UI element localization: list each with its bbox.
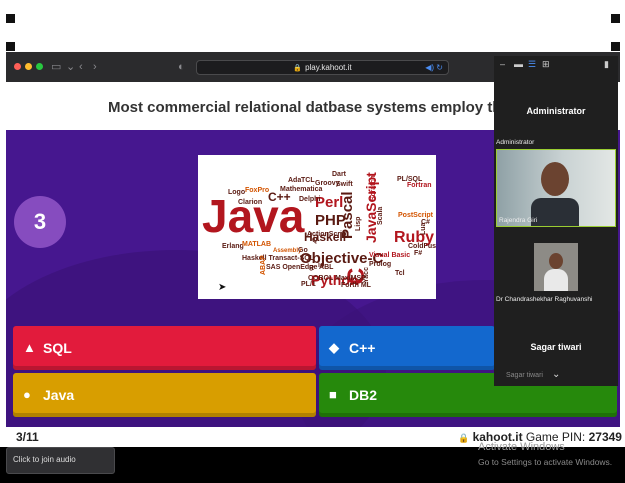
participants-panel: – ▬ ☰ ⊞ ▮ Administrator Administrator Ra… (494, 56, 618, 386)
corner-marker (611, 14, 620, 23)
forward-arrow-icon[interactable]: › (93, 60, 97, 74)
address-bar[interactable]: 🔒 play.kahoot.it ◀) ↻ (196, 60, 449, 75)
answer-label: Java (43, 387, 75, 403)
participant-head (541, 162, 569, 196)
word-cloud-word: Dart (332, 171, 347, 178)
word-cloud-word: Erlang (222, 243, 244, 250)
word-cloud-word: F# (414, 250, 423, 257)
word-cloud-word: Mathematica (280, 186, 323, 193)
word-cloud-word: Yacc (363, 267, 370, 283)
answer-button-sql[interactable]: ▲ SQL (13, 326, 316, 370)
panel-toolbar: – ▬ ☰ ⊞ ▮ (494, 56, 618, 74)
word-cloud-word: Delphi (299, 196, 321, 203)
lock-icon: 🔒 (293, 65, 303, 72)
minimize-icon[interactable]: – (500, 59, 505, 69)
word-cloud-word: PL/SQL (397, 176, 423, 183)
join-audio-button[interactable]: Click to join audio (6, 447, 115, 474)
question-text: Most commercial relational datbase syste… (108, 99, 554, 116)
word-cloud-word: Visual Basic (369, 252, 411, 259)
circle-icon: ● (23, 387, 31, 402)
participant-body (531, 198, 579, 226)
word-cloud-word: Logo (228, 189, 246, 196)
answer-button-cpp[interactable]: ◆ C++ (319, 326, 495, 370)
word-cloud-word: io (318, 262, 325, 269)
audio-playing-icon[interactable]: ◀) ↻ (425, 61, 443, 74)
speaker-view-icon[interactable]: ☰ (528, 59, 536, 69)
word-cloud-word: Q (312, 237, 318, 244)
activate-windows-subtitle: Go to Settings to activate Windows. (478, 457, 613, 467)
square-icon: ■ (329, 387, 337, 402)
shield-icon[interactable]: ◐ (178, 60, 185, 74)
word-cloud-word: R (309, 265, 315, 272)
participant-name-tag: Dr Chandrashekhar Raghuvanshi (496, 296, 593, 303)
word-cloud-word: Lua (420, 222, 427, 235)
answer-label: DB2 (349, 387, 378, 403)
word-cloud-word: ColdFusion (408, 243, 436, 250)
question-header: Most commercial relational datbase syste… (6, 82, 554, 130)
word-cloud-word: Lisp (355, 216, 362, 231)
triangle-icon: ▲ (23, 340, 36, 355)
answer-label: C++ (349, 340, 376, 356)
word-cloud-word: Clarion (238, 199, 263, 206)
word-cloud-word: TCL (301, 177, 315, 184)
game-pin: 27349 (588, 430, 622, 444)
word-cloud-word: ABAP (260, 255, 267, 275)
word-cloud-word: Prolog (369, 261, 392, 268)
participant-body (544, 269, 568, 291)
word-cloud-word: Ada (288, 177, 302, 184)
participant-video[interactable]: Rajendra Giri (496, 149, 616, 227)
word-cloud-word: Haskell Transact-SQL (242, 255, 314, 262)
corner-marker (6, 42, 15, 51)
question-image: Java Perl PHP Haskell Pascal JavaScript Ruby Py… (198, 155, 436, 299)
corner-marker (6, 14, 15, 23)
layout-icon[interactable]: ▬ (514, 59, 523, 69)
host-tile-name: Administrator (526, 106, 586, 116)
sidebar-toggle-icon[interactable]: ▭ (51, 60, 61, 74)
panel-footer: Sagar tiwari ⌄ (506, 369, 606, 384)
maximize-window-button[interactable] (36, 63, 43, 70)
chevron-down-icon[interactable]: ⌄ (66, 60, 75, 74)
word-cloud-word: Scratch (370, 175, 377, 201)
activate-windows-title: Activate Windows (478, 441, 565, 453)
url-text: play.kahoot.it (305, 63, 352, 72)
word-cloud-word: Swift (336, 181, 353, 188)
screen: ▭ ⌄ ‹ › ◐ 🔒 play.kahoot.it ◀) ↻ Most comm… (0, 0, 625, 483)
word-cloud-word: Fortran (407, 182, 432, 189)
word-cloud-word: PL/1 (301, 281, 316, 288)
word-cloud-word: Go (298, 247, 308, 254)
participant-tile-name: Sagar tiwari (530, 342, 582, 352)
word-cloud-word: Tcl (395, 270, 405, 277)
answer-label: SQL (43, 340, 72, 356)
lock-icon: 🔒 (458, 433, 470, 443)
minimize-window-button[interactable] (25, 63, 32, 70)
word-cloud-word: PostScript (398, 212, 434, 219)
back-arrow-icon[interactable]: ‹ (79, 60, 83, 74)
participant-caption: Sagar tiwari (506, 372, 543, 379)
pin-icon[interactable]: ▮ (604, 59, 609, 69)
question-counter: 3/11 (16, 430, 39, 444)
word-cloud-word: MATLAB (242, 241, 272, 248)
gallery-view-icon[interactable]: ⊞ (542, 59, 550, 69)
close-window-button[interactable] (14, 63, 21, 70)
countdown-timer: 3 (14, 196, 66, 248)
word-cloud-word: COBOL Max/MSP (308, 275, 366, 282)
word-cloud-word: Scala (377, 206, 384, 225)
participant-photo[interactable] (534, 243, 578, 291)
chevron-down-icon[interactable]: ⌄ (552, 369, 560, 380)
corner-marker (611, 42, 620, 51)
host-caption: Administrator (496, 139, 535, 146)
word-cloud-word: Forth ML (341, 282, 371, 289)
participant-name-tag: Rajendra Giri (499, 217, 538, 224)
diamond-icon: ◆ (329, 340, 339, 355)
mouse-cursor-icon: ➤ (218, 282, 227, 293)
word-cloud-word: FoxPro (245, 187, 270, 194)
participant-head (549, 253, 563, 269)
answer-button-java[interactable]: ● Java (13, 373, 316, 417)
